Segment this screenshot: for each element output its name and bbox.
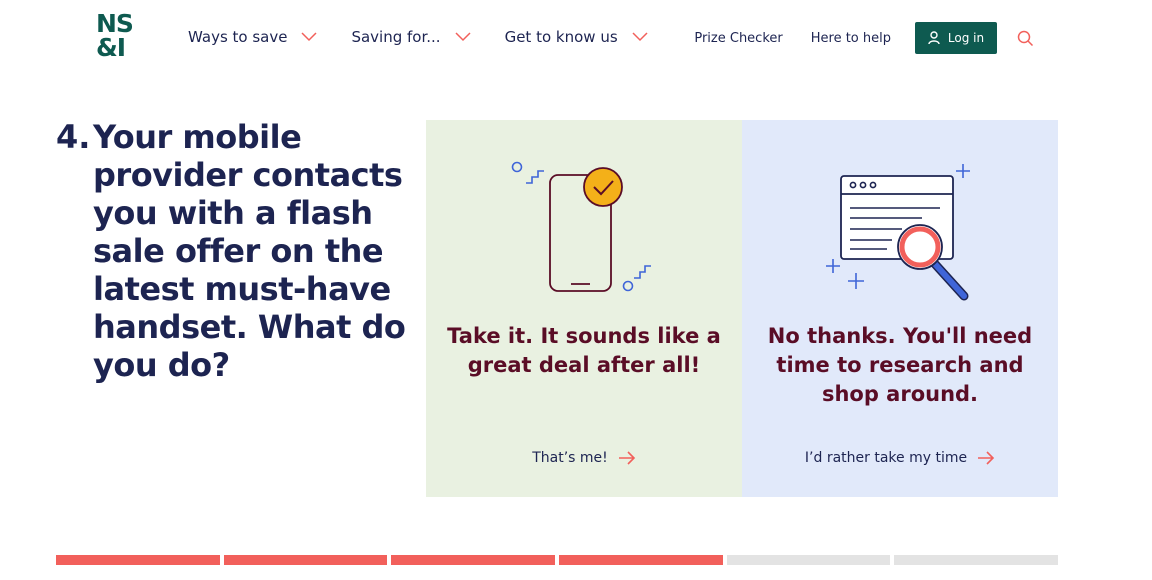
utility-nav: Prize Checker Here to help Log in [694, 22, 1034, 54]
user-icon [928, 31, 940, 45]
login-button[interactable]: Log in [915, 22, 997, 54]
chevron-down-icon [455, 32, 471, 42]
progress-segment [726, 555, 891, 565]
nav-item-saving-for[interactable]: Saving for... [351, 28, 471, 46]
nav-item-ways-to-save[interactable]: Ways to save [188, 28, 317, 46]
logo-line-2: &I [96, 32, 126, 62]
option-action-thats-me[interactable]: That’s me! [426, 450, 742, 466]
main-nav: Ways to save Saving for... Get to know u… [188, 28, 682, 46]
progress-segment [56, 555, 220, 565]
chevron-down-icon [301, 32, 317, 42]
option-action-label: That’s me! [532, 450, 608, 466]
question-text: Your mobile provider contacts you with a… [93, 118, 406, 384]
arrow-right-icon [978, 451, 995, 465]
option-card-take-it[interactable]: Take it. It sounds like a great deal aft… [426, 120, 742, 497]
browser-magnifier-icon [826, 164, 970, 301]
quiz-progress-bar [56, 555, 1058, 565]
option-action-label: I’d rather take my time [804, 450, 968, 466]
progress-segment [223, 555, 388, 565]
search-button[interactable] [1017, 30, 1034, 47]
search-icon [1017, 30, 1034, 46]
progress-segment [391, 555, 555, 565]
option-title: No thanks. You'll need time to research … [767, 324, 1033, 406]
phone-check-icon [511, 161, 651, 292]
nav-item-label: Ways to save [188, 28, 288, 46]
login-label: Log in [947, 31, 985, 45]
prize-checker-link[interactable]: Prize Checker [694, 31, 782, 46]
nav-item-label: Get to know us [504, 28, 618, 46]
here-to-help-link[interactable]: Here to help [811, 31, 891, 46]
nav-item-get-to-know-us[interactable]: Get to know us [505, 28, 648, 46]
option-title: Take it. It sounds like a great deal aft… [447, 324, 721, 377]
question-number: 4. [56, 118, 91, 156]
nsi-logo[interactable]: NS &I [96, 11, 138, 62]
progress-segment [894, 555, 1058, 565]
arrow-right-icon [618, 451, 635, 465]
chevron-down-icon [632, 32, 648, 42]
progress-segment [558, 555, 723, 565]
question-heading: 4. Your mobile provider contacts you wit… [56, 118, 416, 384]
option-card-no-thanks[interactable]: No thanks. You'll need time to research … [742, 120, 1058, 497]
nav-item-label: Saving for... [351, 28, 441, 46]
option-action-take-my-time[interactable]: I’d rather take my time [742, 450, 1058, 466]
